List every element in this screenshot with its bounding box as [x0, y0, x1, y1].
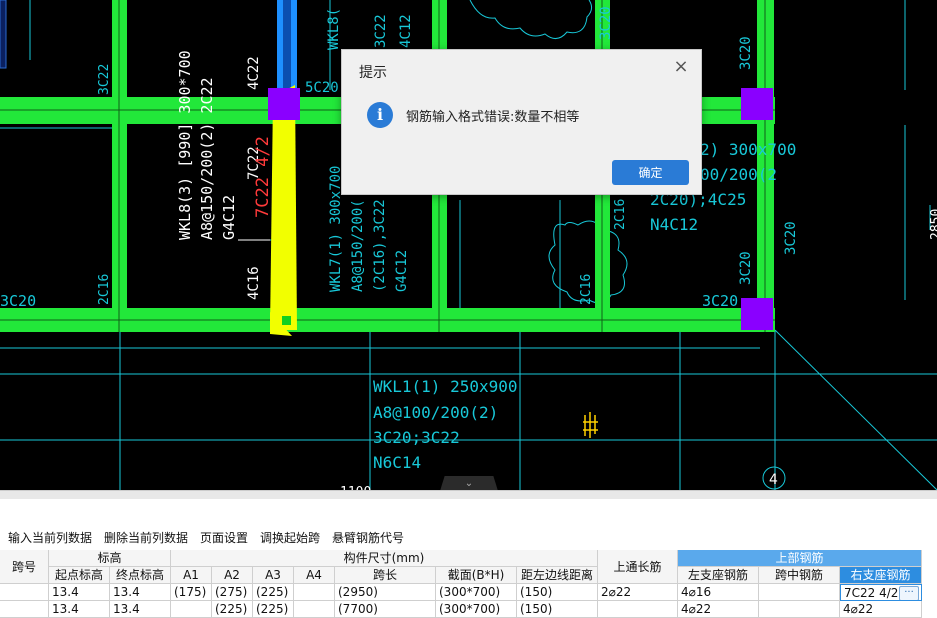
cad-text: 3C22: [97, 64, 112, 95]
table-cell[interactable]: (150): [517, 601, 598, 618]
cad-text: 4C22: [246, 56, 262, 90]
info-icon: i: [367, 102, 393, 128]
table-cell[interactable]: (150): [517, 584, 598, 601]
table-cell[interactable]: [598, 601, 678, 618]
ok-button[interactable]: 确定: [612, 160, 689, 185]
table-cell[interactable]: (175): [171, 584, 212, 601]
swap-start-span-button[interactable]: 调换起始跨: [260, 529, 320, 546]
table-cell[interactable]: [759, 584, 840, 601]
cad-text: 2C16: [613, 199, 628, 230]
chevron-down-icon: ⌄: [464, 478, 474, 489]
header-mid-span: 跨中钢筋: [759, 567, 840, 584]
cad-text: WKL1(1) 250x900: [373, 377, 518, 396]
cantilever-rebar-code-button[interactable]: 悬臂钢筋代号: [332, 529, 404, 546]
table-cell[interactable]: (7700): [335, 601, 436, 618]
table-cell[interactable]: (225): [212, 601, 253, 618]
table-cell[interactable]: [294, 584, 335, 601]
table-cell[interactable]: 4⌀22: [678, 601, 759, 618]
table-cell[interactable]: 4⌀22: [840, 601, 922, 618]
cad-text: A8@150/200(2) 2C22: [198, 77, 216, 240]
cad-text: 2C16: [97, 274, 112, 305]
page-setup-button[interactable]: 页面设置: [200, 529, 248, 546]
header-elevation: 标高: [49, 550, 171, 567]
header-end-elev: 终点标高: [110, 567, 171, 584]
header-a3: A3: [253, 567, 294, 584]
active-cell-editor[interactable]: 7C22 4/2 ···: [840, 584, 922, 601]
cad-text: N6C14: [373, 453, 421, 472]
cad-text: 7C22 4/2: [253, 136, 273, 218]
ellipsis-button[interactable]: ···: [899, 586, 919, 600]
cad-text: A8@150/200(: [350, 199, 366, 292]
cad-text: 2) 300x700: [700, 140, 796, 159]
header-start-elev: 起点标高: [49, 567, 110, 584]
table-cell[interactable]: (300*700): [436, 584, 517, 601]
cad-text: 3C20: [738, 251, 754, 285]
cad-text: A8@100/200(2): [373, 403, 498, 422]
header-top-through: 上通长筋: [598, 550, 678, 584]
table-cell[interactable]: 4⌀16: [678, 584, 759, 601]
cad-text: 3C20: [738, 36, 754, 70]
cad-text: N4C12: [650, 215, 698, 234]
table-cell[interactable]: [0, 601, 49, 618]
header-dist-left: 距左边线距离: [517, 567, 598, 584]
cad-text: 3C20: [783, 221, 799, 255]
cad-text: G4C12: [394, 250, 410, 292]
table-cell[interactable]: (225): [253, 584, 294, 601]
cad-text: 3C20: [702, 292, 738, 310]
close-icon[interactable]: ×: [673, 58, 689, 76]
panel-collapse-handle[interactable]: ⌄: [440, 476, 498, 491]
table-cell[interactable]: (225): [253, 601, 294, 618]
delete-column-button[interactable]: 删除当前列数据: [104, 529, 188, 546]
table-cell[interactable]: [294, 601, 335, 618]
table-cell[interactable]: (275): [212, 584, 253, 601]
header-top-rebar: 上部钢筋: [678, 550, 922, 567]
cad-text: 2850: [929, 209, 937, 240]
table-cell[interactable]: [0, 584, 49, 601]
cad-text: 3C22: [373, 14, 389, 48]
table-cell[interactable]: (300*700): [436, 601, 517, 618]
table-cell[interactable]: 2⌀22: [598, 584, 678, 601]
header-span-no: 跨号: [0, 550, 49, 584]
dialog-title: 提示: [359, 65, 387, 81]
header-dims: 构件尺寸(mm): [171, 550, 598, 567]
header-section: 截面(B*H): [436, 567, 517, 584]
yellow-mark: [583, 412, 598, 438]
cad-text: 4C16: [246, 266, 262, 300]
cell-value[interactable]: 7C22 4/2: [844, 586, 898, 600]
cad-text: 4C12: [398, 14, 414, 48]
table-cell[interactable]: 13.4: [49, 584, 110, 601]
table-cell[interactable]: 13.4: [110, 584, 171, 601]
cad-text: 3C20: [598, 6, 614, 40]
cad-text: WKL8(: [326, 8, 342, 50]
panel-splitter[interactable]: [0, 490, 937, 499]
header-a4: A4: [294, 567, 335, 584]
header-a1: A1: [171, 567, 212, 584]
axis-number: 4: [769, 472, 778, 488]
header-a2: A2: [212, 567, 253, 584]
cad-text: G4C12: [220, 195, 238, 240]
cad-text: 5C20: [305, 80, 339, 96]
column-left-top: [0, 0, 7, 69]
dialog-message: 钢筋输入格式错误:数量不相等: [406, 110, 580, 125]
selected-beam[interactable]: [270, 85, 297, 330]
rebar-input-table: 跨号 标高 构件尺寸(mm) 上通长筋 上部钢筋 起点标高 终点标高 A1 A2…: [0, 550, 937, 618]
cad-text: 3C20;3C22: [373, 428, 460, 447]
table-cell[interactable]: 13.4: [110, 601, 171, 618]
cad-text: (2C16),3C22: [372, 199, 388, 292]
header-left-support: 左支座钢筋: [678, 567, 759, 584]
cad-text: 00/200(2: [700, 165, 777, 184]
table-cell[interactable]: 13.4: [49, 601, 110, 618]
input-column-button[interactable]: 输入当前列数据: [8, 529, 92, 546]
cad-text: 3C20: [0, 292, 36, 310]
header-span-len: 跨长: [335, 567, 436, 584]
table-cell[interactable]: [759, 601, 840, 618]
table-cell[interactable]: [171, 601, 212, 618]
cad-text: WKL8(3) [990] 300*700: [176, 50, 194, 240]
table-toolbar: 输入当前列数据 删除当前列数据 页面设置 调换起始跨 悬臂钢筋代号: [0, 526, 937, 548]
alert-dialog: 提示 × i 钢筋输入格式错误:数量不相等 确定: [341, 49, 702, 195]
cad-text: 2C16: [579, 274, 594, 305]
grip-point[interactable]: [282, 316, 291, 325]
header-right-support: 右支座钢筋: [840, 567, 922, 584]
table-cell[interactable]: (2950): [335, 584, 436, 601]
